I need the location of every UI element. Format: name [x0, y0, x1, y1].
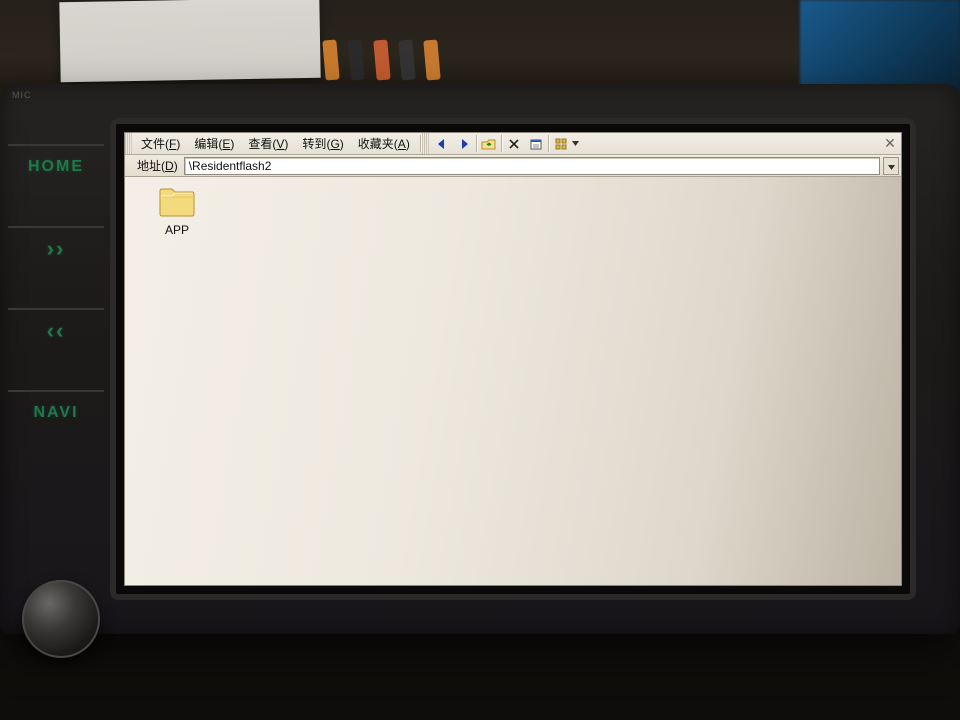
address-path-text: \Residentflash2: [189, 159, 272, 173]
chevron-down-icon: [888, 159, 895, 173]
menu-goto[interactable]: 转到(G): [295, 132, 350, 155]
photo-background: MIC HOME ›› ‹‹ NAVI 文件(F) 编辑(E): [0, 0, 960, 720]
properties-button[interactable]: [525, 134, 547, 154]
folder-item[interactable]: APP: [141, 187, 213, 237]
toolbar-separator: [501, 135, 502, 152]
hw-forward-button[interactable]: ››: [8, 226, 104, 270]
forward-button[interactable]: [453, 134, 475, 154]
hardware-button-column: HOME ›› ‹‹ NAVI: [8, 144, 104, 434]
address-input[interactable]: \Residentflash2: [184, 157, 880, 175]
background-paper: [59, 0, 320, 82]
menu-edit[interactable]: 编辑(E): [187, 132, 241, 155]
menu-edit-label: 编辑: [194, 137, 218, 151]
folder-item-label: APP: [141, 223, 213, 237]
chevron-down-icon: [572, 141, 579, 146]
menubar: 文件(F) 编辑(E) 查看(V) 转到(G) 收藏夹(A): [132, 133, 419, 154]
menu-file[interactable]: 文件(F): [134, 132, 187, 155]
toolbar-separator: [420, 135, 421, 152]
car-head-unit: MIC HOME ›› ‹‹ NAVI 文件(F) 编辑(E): [0, 84, 960, 634]
nav-toolbar: [429, 133, 581, 154]
menu-file-label: 文件: [141, 137, 165, 151]
menu-view-mnemonic: V: [276, 137, 284, 151]
menu-view[interactable]: 查看(V): [241, 132, 295, 155]
menu-view-label: 查看: [248, 137, 272, 151]
file-list-pane[interactable]: APP: [125, 177, 901, 585]
delete-icon: [507, 137, 521, 151]
command-bar: 文件(F) 编辑(E) 查看(V) 转到(G) 收藏夹(A): [125, 133, 901, 155]
toolbar-separator: [476, 135, 477, 152]
menu-goto-label: 转到: [302, 137, 326, 151]
toolbar-separator: [548, 135, 549, 152]
volume-knob[interactable]: [22, 580, 100, 658]
rebar-grip[interactable]: [422, 133, 429, 154]
address-label-text: 地址: [137, 159, 161, 173]
address-label: 地址(D): [132, 157, 183, 174]
menu-file-mnemonic: F: [169, 137, 176, 151]
up-one-level-button[interactable]: [478, 134, 500, 154]
back-button[interactable]: [431, 134, 453, 154]
mic-label: MIC: [12, 90, 32, 100]
delete-button[interactable]: [503, 134, 525, 154]
menu-edit-mnemonic: E: [222, 137, 230, 151]
close-button[interactable]: ✕: [879, 133, 901, 154]
close-icon: ✕: [884, 135, 896, 152]
background-tools: [320, 40, 500, 80]
properties-icon: [529, 137, 543, 151]
views-button[interactable]: [550, 134, 572, 154]
menu-fav-mnemonic: A: [398, 137, 406, 151]
folder-icon: [158, 206, 196, 220]
up-folder-icon: [481, 137, 497, 151]
menu-goto-mnemonic: G: [330, 137, 339, 151]
views-dropdown[interactable]: [572, 134, 579, 154]
file-explorer-window: 文件(F) 编辑(E) 查看(V) 转到(G) 收藏夹(A): [124, 132, 902, 586]
rebar-grip[interactable]: [125, 133, 132, 154]
hw-home-button[interactable]: HOME: [8, 144, 104, 188]
address-label-mnemonic: D: [165, 159, 174, 173]
hw-navi-button[interactable]: NAVI: [8, 390, 104, 434]
back-icon: [435, 137, 449, 151]
screen-bezel: 文件(F) 编辑(E) 查看(V) 转到(G) 收藏夹(A): [110, 118, 916, 600]
address-bar: 地址(D) \Residentflash2: [125, 155, 901, 177]
menu-favorites[interactable]: 收藏夹(A): [351, 132, 417, 155]
address-dropdown-button[interactable]: [883, 157, 899, 175]
menu-fav-label: 收藏夹: [358, 137, 394, 151]
views-icon: [554, 137, 568, 151]
forward-icon: [457, 137, 471, 151]
hw-back-button[interactable]: ‹‹: [8, 308, 104, 352]
